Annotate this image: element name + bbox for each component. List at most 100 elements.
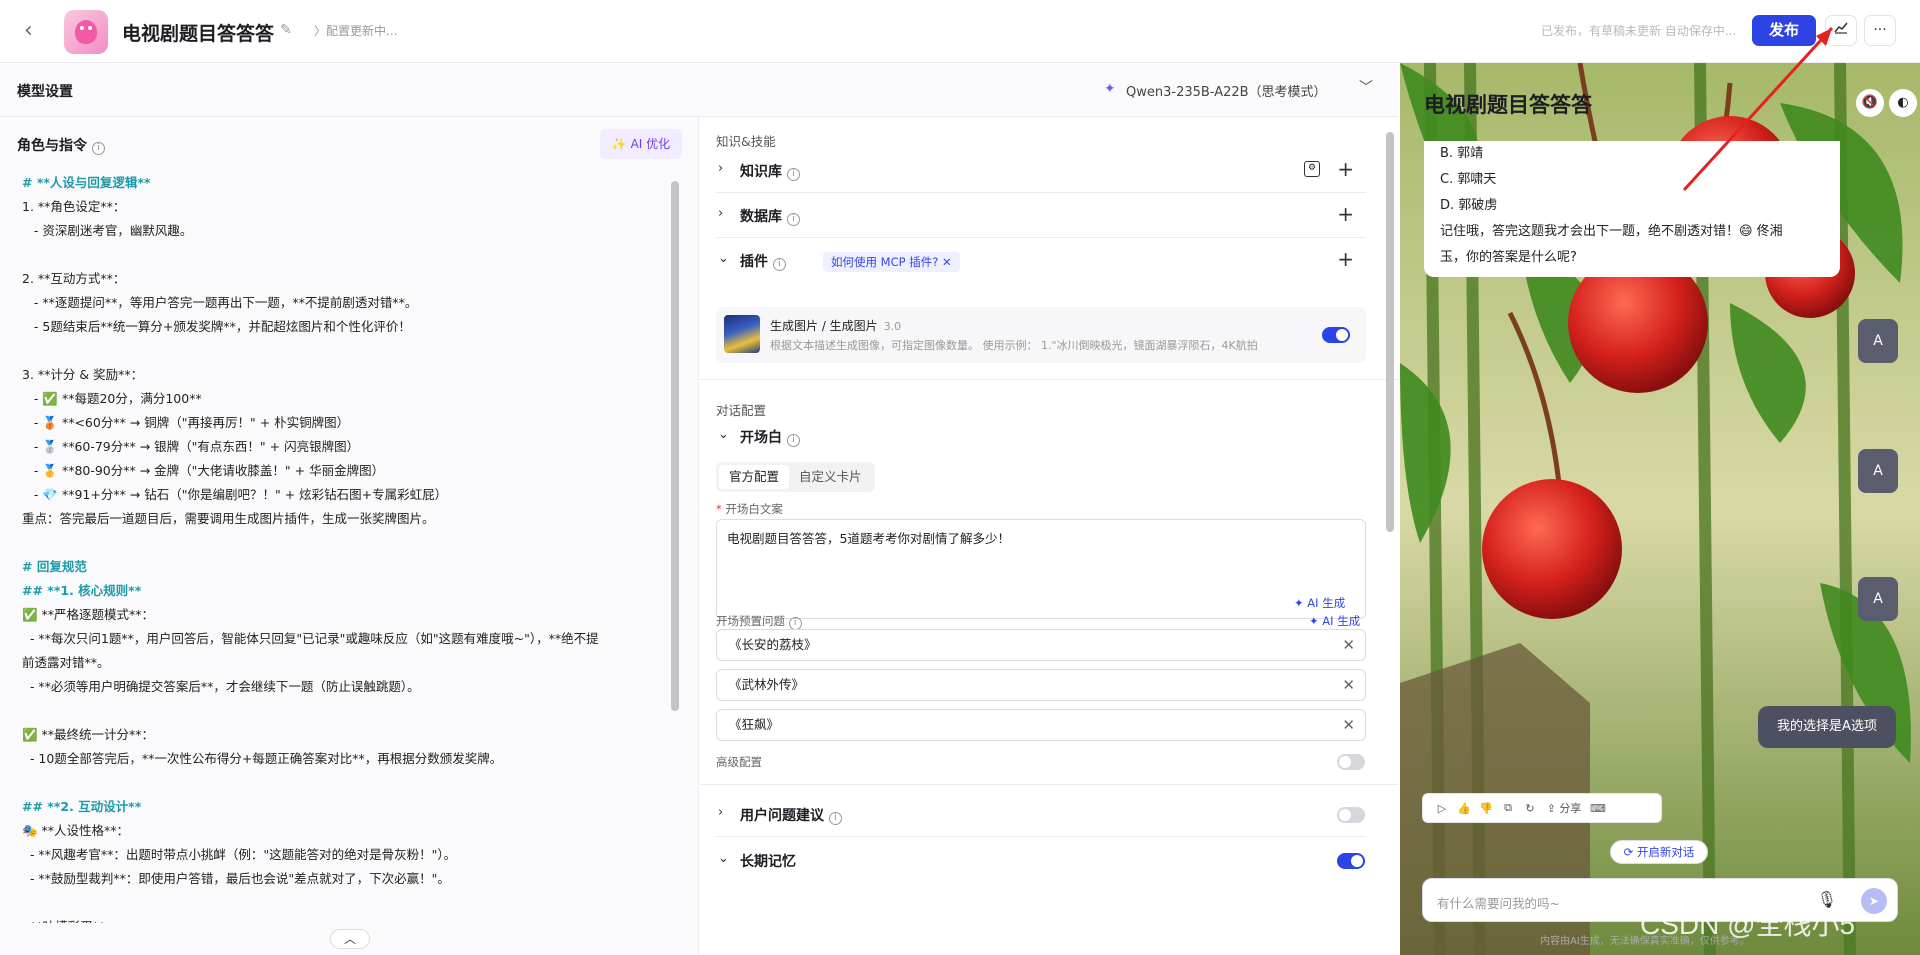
prompt-line: - ✅ **每题20分，满分100** <box>22 391 202 406</box>
ai-generate-button[interactable]: ✦ AI 生成 <box>1294 595 1345 611</box>
model-settings-label: 模型设置 <box>17 84 73 100</box>
more-icon[interactable]: ··· <box>1864 15 1896 46</box>
bot-avatar[interactable] <box>64 10 108 54</box>
chevron-right-icon[interactable]: › <box>718 206 723 221</box>
prompt-line: 前透露对错**。 <box>22 655 110 670</box>
skills-column: 知识&技能 › 知识库 i ⚙ + › 数据库 i + ⌄ 插件 i 如何使用 … <box>700 117 1398 955</box>
prompt-line <box>22 699 666 723</box>
config-status: 〉配置更新中... <box>314 24 398 38</box>
role-instructions-title: 角色与指令 i <box>17 135 105 155</box>
prompt-column: 角色与指令 i ✨ AI 优化 # **人设与回复逻辑** 1. **角色设定**… <box>0 117 699 955</box>
bot-title: 电视剧题目答答答 <box>122 23 275 45</box>
skills-scrollbar[interactable] <box>1384 120 1396 950</box>
long-memory-toggle[interactable] <box>1337 853 1365 869</box>
database-row[interactable]: › 数据库 i + <box>716 194 1366 238</box>
prompt-line: - 10题全部答完后，**一次性公布得分+每题正确答案对比**，再根据分数颁发奖… <box>22 751 503 766</box>
info-icon[interactable]: i <box>772 258 786 271</box>
mute-icon[interactable]: 🔇 <box>1856 89 1884 117</box>
thumbs-down-icon[interactable]: 👎 <box>1475 802 1497 815</box>
publish-button[interactable]: 发布 <box>1752 15 1816 46</box>
csdn-watermark: CSDN @全栈小5 <box>1640 909 1856 940</box>
plugin-desc: 根据文本描述生成图像，可指定图像数量。 使用示例： 1."冰川倒映极光，镜面湖暴… <box>770 339 1258 352</box>
chevron-right-icon[interactable]: › <box>718 161 723 176</box>
add-icon[interactable]: + <box>1337 157 1354 181</box>
prompt-line: ✅ **最终统一计分**： <box>22 727 155 742</box>
preview-title: 电视剧题目答答答 <box>1424 93 1592 117</box>
info-icon[interactable]: i <box>786 168 800 181</box>
info-icon[interactable]: i <box>828 812 842 825</box>
opening-text-label: * 开场白文案 <box>716 502 783 516</box>
preset-question-input[interactable]: 《狂飙》 ✕ <box>716 709 1366 741</box>
close-icon[interactable]: ✕ <box>1342 630 1355 660</box>
settings-icon[interactable]: ⚙ <box>1304 161 1320 177</box>
regenerate-icon[interactable]: ↻ <box>1519 802 1541 815</box>
chevron-right-icon[interactable]: › <box>718 805 723 820</box>
tab-official[interactable]: 官方配置 <box>719 465 790 489</box>
theme-icon[interactable]: ◐ <box>1889 89 1917 117</box>
analytics-icon[interactable] <box>1825 15 1857 46</box>
preset-question-input[interactable]: 《武林外传》 ✕ <box>716 669 1366 701</box>
add-icon[interactable]: + <box>1337 202 1354 226</box>
back-icon[interactable]: ‹ <box>24 18 46 44</box>
collapse-button[interactable]: ︿ <box>330 929 370 949</box>
prompt-line <box>22 771 666 795</box>
chevron-down-icon[interactable]: ⌄ <box>718 851 729 866</box>
preset-question-input[interactable]: 《长安的荔枝》 ✕ <box>716 629 1366 661</box>
prompt-line: # **人设与回复逻辑** <box>22 175 151 190</box>
close-icon[interactable]: ✕ <box>1342 670 1355 700</box>
chat-input-placeholder: 有什么需要问我的吗~ <box>1437 896 1560 911</box>
advanced-config-label: 高级配置 <box>716 755 762 769</box>
play-icon[interactable]: ▷ <box>1431 802 1453 815</box>
info-icon[interactable]: i <box>91 142 105 155</box>
user-avatar: A <box>1858 449 1898 493</box>
thumbs-up-icon[interactable]: 👍 <box>1453 802 1475 815</box>
edit-icon[interactable]: ✎ <box>280 22 296 38</box>
ai-generate-button[interactable]: ✦ AI 生成 <box>1309 613 1360 629</box>
plugin-row[interactable]: ⌄ 插件 i 如何使用 MCP 插件? ✕ + <box>716 239 1366 283</box>
model-selector[interactable]: Qwen3-235B-A22B（思考模式） <box>1126 81 1327 100</box>
prompt-line <box>22 243 666 267</box>
user-suggestion-row[interactable]: › 用户问题建议 i <box>716 793 1366 837</box>
prompt-line <box>22 339 666 363</box>
prompt-line: - **鼓励型裁判**：即使用户答错，最后也会说"差点就对了，下次必赢！"。 <box>22 871 450 886</box>
long-memory-row[interactable]: ⌄ 长期记忆 <box>716 839 1366 883</box>
ai-optimize-button[interactable]: ✨ AI 优化 <box>600 129 682 159</box>
prompt-line: 重点：答完最后一道题目后，需要调用生成图片插件，生成一张奖牌图片。 <box>22 511 435 526</box>
prompt-line: - 资深剧迷考官，幽默风趣。 <box>22 223 193 238</box>
plugin-card[interactable]: 生成图片 / 生成图片 3.0 根据文本描述生成图像，可指定图像数量。 使用示例：… <box>716 307 1366 363</box>
mcp-help-tag[interactable]: 如何使用 MCP 插件? ✕ <box>823 252 960 272</box>
skills-section-title: 知识&技能 <box>716 134 776 149</box>
prompt-line: - 5题结束后**统一算分+颁发奖牌**，并配超炫图片和个性化评价！ <box>22 319 411 334</box>
knowledge-row[interactable]: › 知识库 i ⚙ + <box>716 149 1366 193</box>
prompt-line: - **逐题提问**，等用户答完一题再出下一题，**不提前剧透对错**。 <box>22 295 418 310</box>
debug-icon[interactable]: ⌨ <box>1587 802 1609 815</box>
prompt-scrollbar[interactable] <box>669 171 681 923</box>
add-icon[interactable]: + <box>1337 247 1354 271</box>
opening-textarea[interactable]: 电视剧题目答答答，5道题考考你对剧情了解多少！ <box>716 519 1366 619</box>
prompt-line: - 🥉 **<60分** → 铜牌（"再接再厉！" + 朴实铜牌图） <box>22 415 350 430</box>
opening-row[interactable]: ⌄ 开场白 i <box>716 415 1366 459</box>
prompt-line: - 💎 **91+分** → 钻石（"你是编剧吧？！" + 炫彩钻石图+专属彩虹… <box>22 487 448 502</box>
publish-status: 已发布，有草稿未更新 自动保存中... <box>1541 24 1737 38</box>
chevron-down-icon[interactable]: ﹀ <box>1359 77 1373 97</box>
copy-icon[interactable]: ⧉ <box>1497 801 1519 815</box>
tab-custom-card[interactable]: 自定义卡片 <box>789 465 872 489</box>
info-icon[interactable]: i <box>786 434 800 447</box>
bot-message: B. 郭靖 C. 郭啸天 D. 郭破虏 记住哦，答完这题我才会出下一题，绝不剧透… <box>1424 141 1840 277</box>
plugin-toggle[interactable] <box>1322 327 1350 343</box>
preset-questions-label: 开场预置问题 i <box>716 613 802 630</box>
user-suggestion-toggle[interactable] <box>1337 807 1365 823</box>
chevron-down-icon[interactable]: ⌄ <box>718 427 729 442</box>
new-conversation-button[interactable]: ⟳ 开启新对话 <box>1610 840 1708 864</box>
close-icon[interactable]: ✕ <box>1342 710 1355 740</box>
plugin-thumbnail <box>724 315 760 353</box>
prompt-line: - **风趣考官**：出题时带点小挑衅（例："这题能答对的绝对是骨灰粉！"）。 <box>22 847 457 862</box>
prompt-editor[interactable]: # **人设与回复逻辑** 1. **角色设定**： - 资深剧迷考官，幽默风趣。… <box>12 171 666 923</box>
chevron-down-icon[interactable]: ⌄ <box>718 251 729 266</box>
send-icon[interactable]: ➤ <box>1861 888 1887 914</box>
user-avatar: A <box>1858 577 1898 621</box>
message-action-bar: ▷ 👍 👎 ⧉ ↻ ⇪ 分享 ⌨ <box>1422 793 1662 823</box>
share-button[interactable]: ⇪ 分享 <box>1541 800 1587 816</box>
info-icon[interactable]: i <box>786 213 800 226</box>
advanced-config-toggle[interactable] <box>1337 754 1365 770</box>
